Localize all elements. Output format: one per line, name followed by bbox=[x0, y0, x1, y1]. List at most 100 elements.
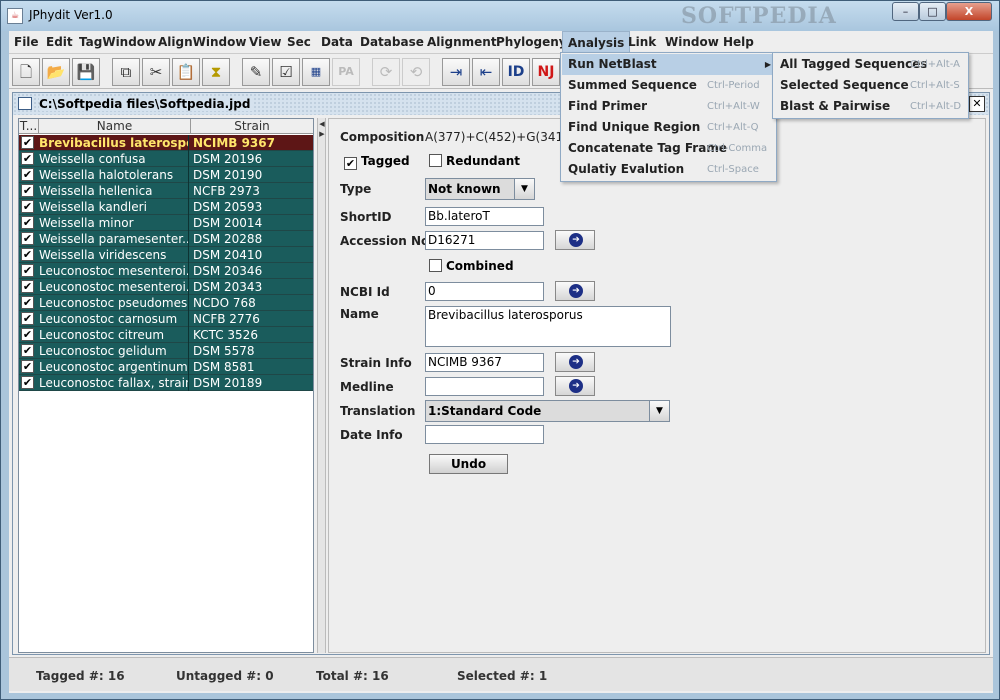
tagged-check-icon[interactable]: ✔ bbox=[21, 200, 34, 213]
type-select[interactable]: Not known ▼ bbox=[425, 178, 535, 200]
medline-go-button[interactable]: ➔ bbox=[555, 376, 595, 396]
minimize-button[interactable]: – bbox=[892, 2, 919, 21]
refresh-alt-icon[interactable]: ⟲ bbox=[402, 58, 430, 86]
tagged-check-icon[interactable]: ✔ bbox=[21, 136, 34, 149]
table-row[interactable]: ✔ Leuconostoc fallax, strain... DSM 20189 bbox=[19, 375, 313, 391]
strain-go-button[interactable]: ➔ bbox=[555, 352, 595, 372]
menu-item-blast-pairwise[interactable]: Blast & Pairwise Ctrl+Alt-D bbox=[774, 96, 967, 117]
table-row[interactable]: ✔ Weissella minor DSM 20014 bbox=[19, 215, 313, 231]
table-row[interactable]: ✔ Leuconostoc gelidum DSM 5578 bbox=[19, 343, 313, 359]
table-row[interactable]: ✔ Weissella halotolerans DSM 20190 bbox=[19, 167, 313, 183]
menu-item-quality-evaluation[interactable]: Qulatiy Evalution Ctrl-Space bbox=[562, 159, 775, 180]
refresh-icon[interactable]: ⟳ bbox=[372, 58, 400, 86]
redundant-checkbox[interactable]: Redundant bbox=[429, 154, 520, 168]
tagged-check-icon[interactable]: ✔ bbox=[21, 216, 34, 229]
menu-data[interactable]: Data bbox=[316, 31, 358, 53]
menu-item-run-netblast[interactable]: Run NetBlast ▶ bbox=[562, 54, 775, 75]
menu-item-concatenate-tag-frame[interactable]: Concatenate Tag Frame Ctrl-Comma bbox=[562, 138, 775, 159]
copy-icon[interactable]: ⧉ bbox=[112, 58, 140, 86]
menu-item-find-unique-region[interactable]: Find Unique Region Ctrl+Alt-Q bbox=[562, 117, 775, 138]
chevron-down-icon[interactable]: ▼ bbox=[514, 179, 534, 199]
menu-help[interactable]: Help bbox=[718, 31, 759, 53]
table-row[interactable]: ✔ Leuconostoc pseudomes... NCDO 768 bbox=[19, 295, 313, 311]
table-row[interactable]: ✔ Weissella paramesenter... DSM 20288 bbox=[19, 231, 313, 247]
menu-alignment[interactable]: Alignment bbox=[422, 31, 502, 53]
align-icon[interactable]: ▦ bbox=[302, 58, 330, 86]
menu-database[interactable]: Database bbox=[355, 31, 429, 53]
medline-field[interactable] bbox=[425, 377, 544, 396]
table-row[interactable]: ✔ Brevibacillus laterosporus NCIMB 9367 bbox=[19, 135, 313, 151]
menu-view[interactable]: View bbox=[244, 31, 286, 53]
tagged-check-icon[interactable]: ✔ bbox=[21, 168, 34, 181]
tagged-check-icon[interactable]: ✔ bbox=[21, 344, 34, 357]
menu-phylogeny[interactable]: Phylogeny bbox=[491, 31, 572, 53]
collapse-left-icon[interactable]: ◀ bbox=[318, 120, 326, 128]
table-row[interactable]: ✔ Weissella kandleri DSM 20593 bbox=[19, 199, 313, 215]
checklist-icon[interactable]: ☑ bbox=[272, 58, 300, 86]
table-row[interactable]: ✔ Leuconostoc mesenteroi... DSM 20343 bbox=[19, 279, 313, 295]
column-tagged[interactable]: T... bbox=[19, 119, 39, 134]
collapse-right-icon[interactable]: ▶ bbox=[318, 130, 326, 138]
tagged-check-icon[interactable]: ✔ bbox=[21, 232, 34, 245]
menu-tagwindow[interactable]: TagWindow bbox=[74, 31, 161, 53]
accession-go-button[interactable]: ➔ bbox=[555, 230, 595, 250]
split-divider[interactable]: ◀ ▶ bbox=[317, 118, 326, 653]
menu-alignwindow[interactable]: AlignWindow bbox=[153, 31, 251, 53]
tagged-check-icon[interactable]: ✔ bbox=[21, 184, 34, 197]
tagged-check-icon[interactable]: ✔ bbox=[21, 264, 34, 277]
combined-checkbox[interactable]: Combined bbox=[429, 259, 514, 273]
maximize-button[interactable]: □ bbox=[919, 2, 946, 21]
menu-item-selected-sequence[interactable]: Selected Sequence Ctrl+Alt-S bbox=[774, 75, 967, 96]
menu-edit[interactable]: Edit bbox=[41, 31, 78, 53]
tagged-check-icon[interactable]: ✔ bbox=[21, 248, 34, 261]
open-folder-icon[interactable]: 📂 bbox=[42, 58, 70, 86]
id-icon[interactable]: ID bbox=[502, 58, 530, 86]
menu-item-summed-sequence[interactable]: Summed Sequence Ctrl-Period bbox=[562, 75, 775, 96]
new-file-icon[interactable]: 🗋 bbox=[12, 58, 40, 86]
menu-sec[interactable]: Sec bbox=[282, 31, 316, 53]
tagged-check-icon[interactable]: ✔ bbox=[21, 360, 34, 373]
nj-icon[interactable]: NJ bbox=[532, 58, 560, 86]
hourglass-icon[interactable]: ⧗ bbox=[202, 58, 230, 86]
close-button[interactable]: X bbox=[946, 2, 992, 21]
tagged-check-icon[interactable]: ✔ bbox=[21, 296, 34, 309]
table-row[interactable]: ✔ Leuconostoc mesenteroi... DSM 20346 bbox=[19, 263, 313, 279]
accession-field[interactable]: D16271 bbox=[425, 231, 544, 250]
menu-item-all-tagged-sequences[interactable]: All Tagged Sequences Ctrl+Alt-A bbox=[774, 54, 967, 75]
table-row[interactable]: ✔ Leuconostoc carnosum NCFB 2776 bbox=[19, 311, 313, 327]
cut-icon[interactable]: ✂ bbox=[142, 58, 170, 86]
translation-select[interactable]: 1:Standard Code ▼ bbox=[425, 400, 670, 422]
undo-button[interactable]: Undo bbox=[429, 454, 508, 474]
table-row[interactable]: ✔ Weissella viridescens DSM 20410 bbox=[19, 247, 313, 263]
export-icon[interactable]: ⇤ bbox=[472, 58, 500, 86]
shortid-field[interactable]: Bb.lateroT bbox=[425, 207, 544, 226]
menu-window[interactable]: Window bbox=[660, 31, 724, 53]
menu-analysis[interactable]: Analysis bbox=[562, 31, 631, 53]
date-info-field[interactable] bbox=[425, 425, 544, 444]
name-textarea[interactable]: Brevibacillus laterosporus bbox=[425, 306, 671, 347]
tagged-check-icon[interactable]: ✔ bbox=[21, 312, 34, 325]
tagged-check-icon[interactable]: ✔ bbox=[21, 328, 34, 341]
tagged-checkbox[interactable]: ✔ Tagged bbox=[344, 154, 410, 170]
table-row[interactable]: ✔ Weissella hellenica NCFB 2973 bbox=[19, 183, 313, 199]
pa-icon[interactable]: PA bbox=[332, 58, 360, 86]
tagged-check-icon[interactable]: ✔ bbox=[21, 152, 34, 165]
menu-link[interactable]: Link bbox=[623, 31, 661, 53]
ncbi-field[interactable]: 0 bbox=[425, 282, 544, 301]
table-row[interactable]: ✔ Leuconostoc argentinum DSM 8581 bbox=[19, 359, 313, 375]
menu-item-find-primer[interactable]: Find Primer Ctrl+Alt-W bbox=[562, 96, 775, 117]
edit-icon[interactable]: ✎ bbox=[242, 58, 270, 86]
column-name[interactable]: Name bbox=[39, 119, 191, 134]
title-bar[interactable]: ☕ JPhydit Ver1.0 SOFTPEDIA – □ X bbox=[1, 1, 999, 31]
strain-info-field[interactable]: NCIMB 9367 bbox=[425, 353, 544, 372]
import-icon[interactable]: ⇥ bbox=[442, 58, 470, 86]
column-strain[interactable]: Strain bbox=[191, 119, 313, 134]
tagged-check-icon[interactable]: ✔ bbox=[21, 280, 34, 293]
tagged-check-icon[interactable]: ✔ bbox=[21, 376, 34, 389]
table-row[interactable]: ✔ Leuconostoc citreum KCTC 3526 bbox=[19, 327, 313, 343]
chevron-down-icon[interactable]: ▼ bbox=[649, 401, 669, 421]
ncbi-go-button[interactable]: ➔ bbox=[555, 281, 595, 301]
save-icon[interactable]: 💾 bbox=[72, 58, 100, 86]
paste-icon[interactable]: 📋 bbox=[172, 58, 200, 86]
document-close-button[interactable]: ✕ bbox=[969, 96, 985, 112]
